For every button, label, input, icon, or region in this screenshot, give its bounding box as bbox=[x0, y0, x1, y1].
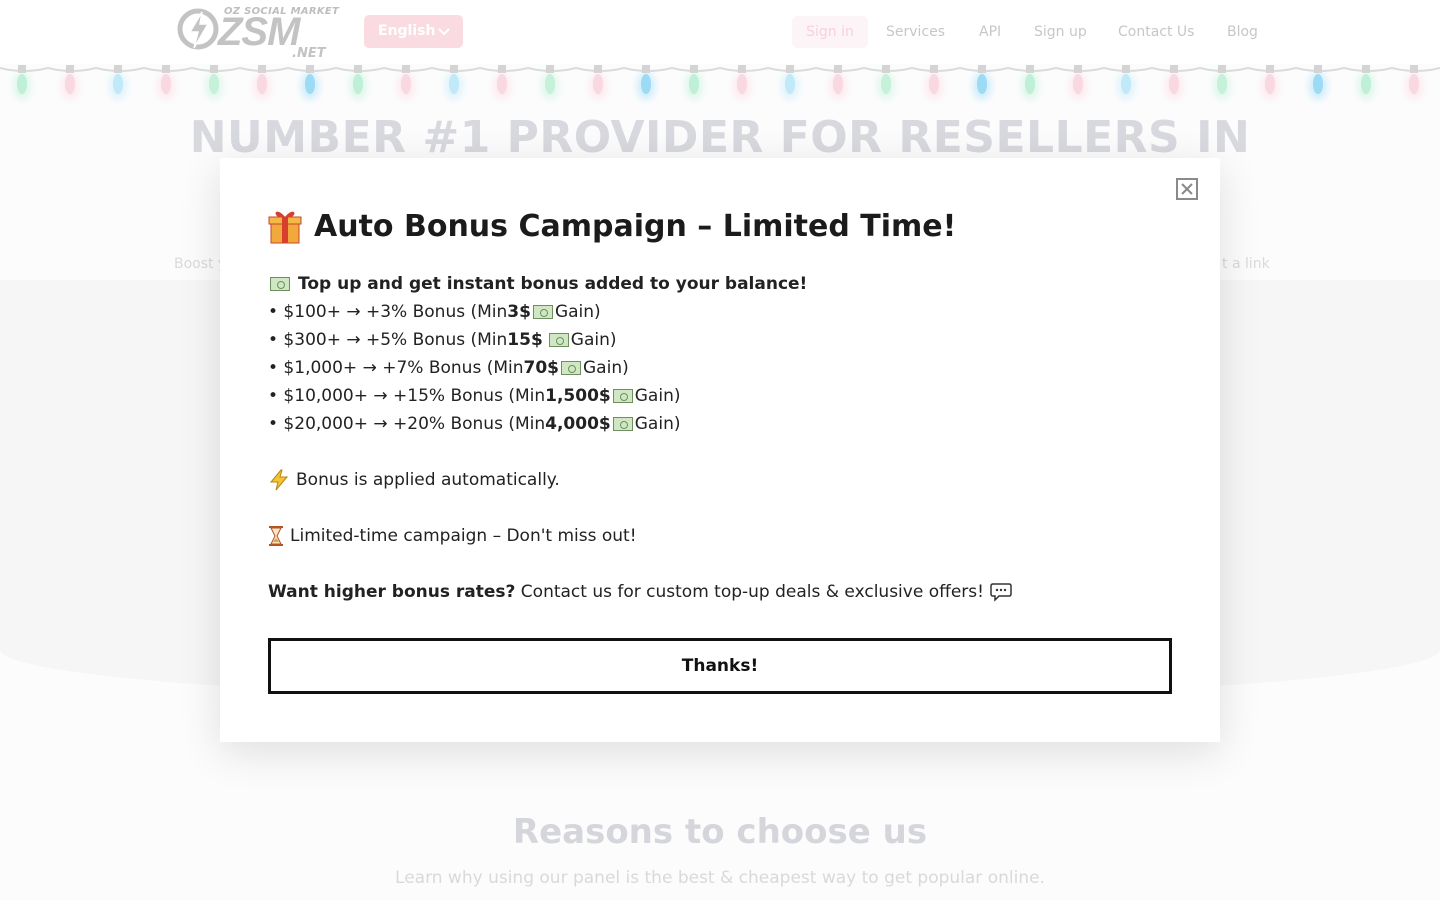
dollar-banknote-icon bbox=[612, 417, 633, 431]
modal-title-text: Auto Bonus Campaign – Limited Time! bbox=[314, 208, 957, 244]
tier-min-amount: 15$ bbox=[507, 330, 543, 350]
tier-min-amount: 70$ bbox=[523, 358, 560, 378]
tier-text: • $20,000+ → +20% Bonus (Min bbox=[268, 414, 546, 434]
bonus-intro: Top up and get instant bonus added to yo… bbox=[268, 270, 1188, 298]
auto-apply-text: Bonus is applied automatically. bbox=[296, 470, 560, 490]
modal-title: Auto Bonus Campaign – Limited Time! bbox=[268, 206, 956, 246]
tier-suffix: Gain) bbox=[554, 302, 601, 322]
thanks-button[interactable]: Thanks! bbox=[268, 638, 1172, 694]
tier-text: • $100+ → +3% Bonus (Min bbox=[268, 302, 508, 322]
tier-text: • $10,000+ → +15% Bonus (Min bbox=[268, 386, 546, 406]
gift-icon bbox=[268, 211, 302, 244]
dollar-banknote-icon bbox=[612, 389, 633, 403]
close-button[interactable] bbox=[1176, 178, 1198, 200]
tier-suffix: Gain) bbox=[583, 358, 629, 378]
tier-suffix: Gain) bbox=[570, 330, 617, 350]
lightning-icon bbox=[269, 469, 289, 491]
contact-offer-bold: Want higher bonus rates? bbox=[268, 582, 516, 602]
limited-time-text: Limited-time campaign – Don't miss out! bbox=[290, 526, 637, 546]
tier-suffix: Gain) bbox=[634, 386, 681, 406]
bonus-tier-3: • $1,000+ → +7% Bonus (Min 70$ Gain) bbox=[268, 354, 1188, 382]
close-icon bbox=[1181, 183, 1193, 195]
dollar-banknote-icon bbox=[532, 305, 553, 319]
bonus-tier-4: • $10,000+ → +15% Bonus (Min 1,500$ Gain… bbox=[268, 382, 1188, 410]
tier-min-amount: 4,000$ bbox=[545, 414, 611, 434]
bonus-campaign-modal: Auto Bonus Campaign – Limited Time! Top … bbox=[220, 158, 1220, 742]
dollar-banknote-icon bbox=[548, 333, 569, 347]
tier-text: • $1,000+ → +7% Bonus (Min bbox=[268, 358, 524, 378]
hourglass-icon bbox=[269, 526, 283, 546]
tier-suffix: Gain) bbox=[634, 414, 681, 434]
tier-min-amount: 3$ bbox=[507, 302, 531, 322]
tier-text: • $300+ → +5% Bonus (Min bbox=[268, 330, 508, 350]
speech-bubble-icon bbox=[990, 583, 1012, 602]
dollar-banknote-icon bbox=[561, 361, 581, 375]
contact-offer-note: Want higher bonus rates? Contact us for … bbox=[268, 578, 1188, 606]
bonus-tier-2: • $300+ → +5% Bonus (Min 15$ Gain) bbox=[268, 326, 1188, 354]
bonus-intro-text: Top up and get instant bonus added to yo… bbox=[298, 274, 808, 294]
tier-min-amount: 1,500$ bbox=[545, 386, 611, 406]
bonus-tier-5: • $20,000+ → +20% Bonus (Min 4,000$ Gain… bbox=[268, 410, 1188, 438]
limited-time-note: Limited-time campaign – Don't miss out! bbox=[268, 522, 1188, 550]
modal-body: Top up and get instant bonus added to yo… bbox=[268, 270, 1188, 606]
bonus-tier-1: • $100+ → +3% Bonus (Min 3$ Gain) bbox=[268, 298, 1188, 326]
dollar-banknote-icon bbox=[270, 277, 290, 291]
auto-apply-note: Bonus is applied automatically. bbox=[268, 466, 1188, 494]
contact-offer-text: Contact us for custom top-up deals & exc… bbox=[515, 582, 984, 602]
